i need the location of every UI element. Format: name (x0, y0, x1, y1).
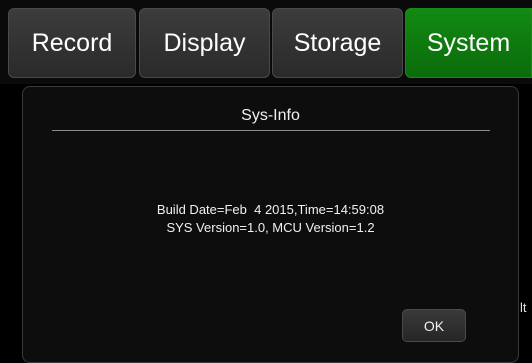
tab-storage-label: Storage (293, 28, 382, 57)
tab-storage[interactable]: Storage (272, 8, 403, 78)
partially-hidden-text: lt (520, 300, 527, 315)
build-date-line: Build Date=Feb 4 2015,Time=14:59:08 (156, 202, 385, 217)
tab-bar: Record Display Storage System (0, 0, 532, 84)
version-line: SYS Version=1.0, MCU Version=1.2 (166, 220, 375, 235)
tab-record-label: Record (31, 28, 113, 57)
dialog-divider (52, 130, 490, 131)
sys-info-dialog: Sys-Info Build Date=Feb 4 2015,Time=14:5… (22, 86, 519, 363)
tab-display-label: Display (163, 28, 246, 57)
tab-system[interactable]: System (405, 8, 532, 78)
dialog-body: Build Date=Feb 4 2015,Time=14:59:08 SYS … (23, 201, 518, 237)
ok-button-label: OK (423, 317, 445, 334)
tab-record[interactable]: Record (8, 8, 136, 78)
dialog-title: Sys-Info (241, 107, 300, 124)
tab-display[interactable]: Display (139, 8, 270, 78)
tab-system-label: System (426, 28, 511, 57)
ok-button[interactable]: OK (402, 309, 466, 342)
